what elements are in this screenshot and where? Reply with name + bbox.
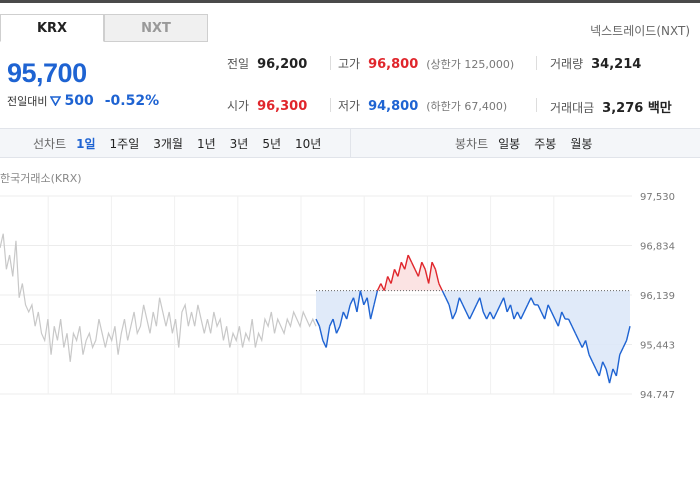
- candle-chart-heading: 봉차트: [455, 136, 489, 151]
- current-price: 95,700: [7, 58, 87, 88]
- candle-daily[interactable]: 일봉: [498, 135, 520, 152]
- stat-label: 전일: [227, 57, 250, 71]
- stat-value: 96,800: [368, 57, 419, 72]
- stat-value: 34,214: [591, 57, 642, 72]
- y-tick-label: 94,747: [640, 390, 675, 398]
- stat-value: 3,276 백만: [602, 101, 672, 116]
- stat-amount: 거래대금 3,276 백만: [550, 97, 672, 116]
- divider: [330, 56, 331, 70]
- period-1w[interactable]: 1주일: [110, 135, 140, 152]
- top-rule: [0, 0, 700, 3]
- line-chart-heading: 선차트: [33, 136, 67, 151]
- change-label: 전일대비: [7, 95, 48, 108]
- stat-label: 저가: [338, 99, 361, 113]
- change-percent: -0.52%: [104, 93, 160, 109]
- divider: [536, 56, 537, 70]
- down-triangle-icon: [50, 96, 62, 106]
- divider: [350, 129, 351, 157]
- y-tick-label: 96,834: [640, 242, 675, 253]
- market-label: 한국거래소(KRX): [0, 172, 82, 185]
- stat-prev-close: 전일 96,200: [227, 55, 307, 72]
- intraday-price-chart: 97,530 96,834 96,139 95,443 94,747: [0, 192, 675, 398]
- divider: [330, 98, 331, 112]
- stat-label: 시가: [227, 99, 250, 113]
- stat-label: 거래대금: [550, 101, 595, 115]
- y-tick-label: 97,530: [640, 192, 675, 203]
- line-chart-periods: 선차트 1일 1주일 3개월 1년 3년 5년 10년: [33, 129, 335, 157]
- exchange-tabs: KRX NXT: [0, 14, 208, 42]
- previous-day-price-line: [0, 233, 317, 362]
- candle-chart-periods: 봉차트 일봉 주봉 월봉: [455, 129, 606, 157]
- period-3m[interactable]: 3개월: [153, 135, 183, 152]
- change-value: 500: [64, 93, 94, 109]
- stat-label: 고가: [338, 57, 361, 71]
- nxt-exchange-link[interactable]: 넥스트레이드(NXT): [590, 22, 690, 39]
- stat-low: 저가 94,800 (하한가 67,400): [338, 97, 507, 114]
- tab-krx[interactable]: KRX: [0, 14, 104, 42]
- stat-open: 시가 96,300: [227, 97, 307, 114]
- period-3y[interactable]: 3년: [230, 135, 249, 152]
- tab-nxt[interactable]: NXT: [104, 14, 208, 42]
- y-tick-label: 96,139: [640, 291, 675, 302]
- stat-label: 거래량: [550, 57, 584, 71]
- stock-price-widget: KRX NXT 넥스트레이드(NXT) 95,700 전일대비 500 -0.5…: [0, 0, 700, 490]
- stat-value: 96,300: [257, 99, 308, 114]
- chart-period-bar: 선차트 1일 1주일 3개월 1년 3년 5년 10년 봉차트 일봉 주봉 월봉: [0, 128, 700, 158]
- period-5y[interactable]: 5년: [262, 135, 281, 152]
- period-1y[interactable]: 1년: [197, 135, 216, 152]
- above-reference-fill: [316, 255, 630, 291]
- candle-weekly[interactable]: 주봉: [534, 135, 556, 152]
- stat-volume: 거래량 34,214: [550, 55, 641, 72]
- stat-value: 94,800: [368, 99, 419, 114]
- upper-limit-text: (상한가 125,000): [426, 58, 515, 71]
- candle-monthly[interactable]: 월봉: [570, 135, 592, 152]
- stat-value: 96,200: [257, 57, 308, 72]
- lower-limit-text: (하한가 67,400): [426, 100, 508, 113]
- divider: [536, 98, 537, 112]
- price-change-row: 전일대비 500 -0.52%: [7, 93, 159, 109]
- period-10y[interactable]: 10년: [295, 135, 321, 152]
- stat-high: 고가 96,800 (상한가 125,000): [338, 55, 514, 72]
- period-1d[interactable]: 1일: [76, 135, 95, 152]
- y-tick-label: 95,443: [640, 341, 675, 352]
